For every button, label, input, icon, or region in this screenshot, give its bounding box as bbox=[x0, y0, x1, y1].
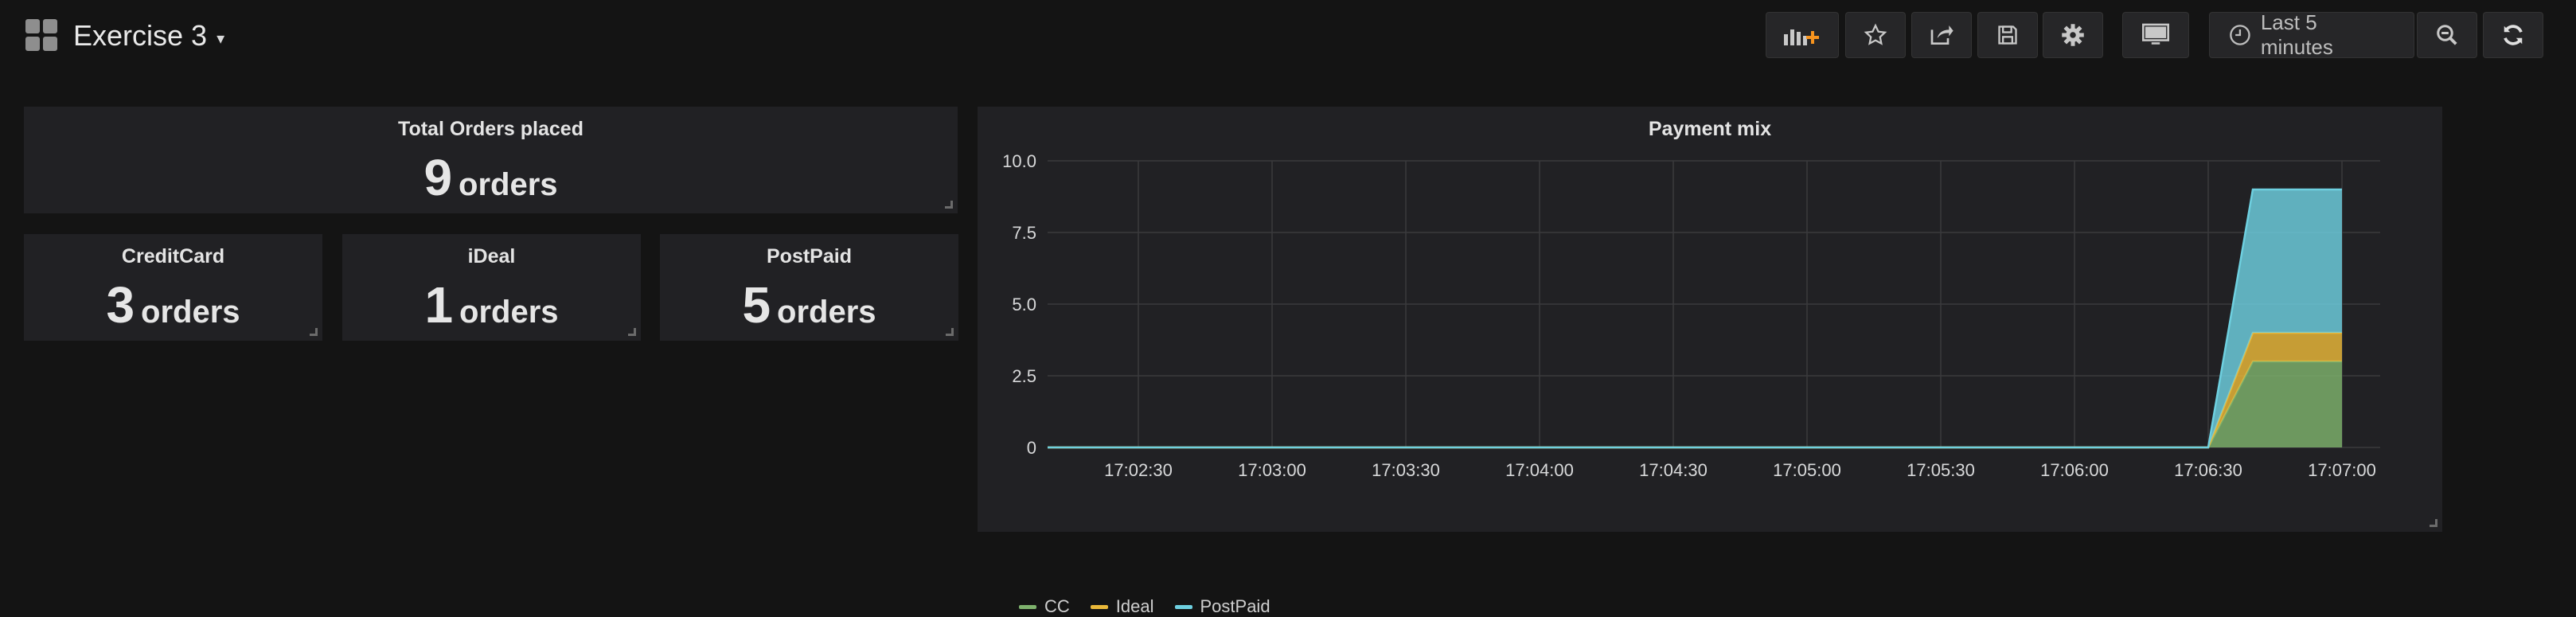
y-tick-label: 10.0 bbox=[1002, 151, 1036, 171]
stat-number: 5 bbox=[742, 276, 771, 334]
legend-swatch bbox=[1174, 604, 1192, 609]
stat-panel-creditcard[interactable]: CreditCard 3 orders bbox=[24, 234, 322, 341]
stat-value: 3 orders bbox=[24, 275, 322, 334]
area-cc bbox=[1048, 361, 2342, 447]
x-tick-label: 17:07:00 bbox=[2308, 460, 2376, 480]
settings-button[interactable] bbox=[2043, 12, 2103, 58]
stat-panel-postpaid[interactable]: PostPaid 5 orders bbox=[660, 234, 958, 341]
y-tick-label: 0 bbox=[1027, 438, 1036, 458]
save-icon bbox=[1998, 25, 2017, 45]
stat-value: 5 orders bbox=[660, 275, 958, 334]
panel-title: iDeal bbox=[467, 245, 516, 267]
chart-legend: CC Ideal PostPaid bbox=[1019, 596, 1270, 617]
x-tick-label: 17:02:30 bbox=[1104, 460, 1173, 480]
dashboard-picker[interactable]: Exercise 3 ▾ bbox=[25, 16, 224, 56]
legend-item-postpaid[interactable]: PostPaid bbox=[1174, 596, 1270, 617]
gear-icon bbox=[2062, 24, 2084, 46]
y-tick-label: 5.0 bbox=[1012, 295, 1036, 314]
area-ideal bbox=[1048, 333, 2342, 447]
y-tick-label: 7.5 bbox=[1012, 223, 1036, 243]
stat-panel-total-orders[interactable]: Total Orders placed 9 orders bbox=[24, 107, 958, 213]
stat-panel-ideal[interactable]: iDeal 1 orders bbox=[342, 234, 641, 341]
x-tick-label: 17:05:30 bbox=[1907, 460, 1975, 480]
payment-mix-chart: 0 2.5 5.0 7.5 10.0 17:02:30 17:03:00 17:03:30 17… bbox=[1002, 151, 2380, 480]
top-navbar: Exercise 3 ▾ Last 5 minutes bbox=[0, 0, 2576, 72]
panel-resize-handle[interactable] bbox=[628, 328, 636, 336]
dashboard-grid-icon bbox=[25, 19, 59, 53]
caret-down-icon: ▾ bbox=[217, 29, 225, 48]
time-range-picker[interactable]: Last 5 minutes bbox=[2209, 10, 2414, 59]
stat-number: 3 bbox=[106, 276, 135, 334]
stat-unit: orders bbox=[777, 295, 876, 330]
add-panel-button[interactable] bbox=[1766, 12, 1839, 58]
star-button[interactable] bbox=[1845, 12, 1906, 58]
stat-unit: orders bbox=[459, 167, 558, 202]
panel-title: PostPaid bbox=[767, 245, 852, 267]
graph-panel-payment-mix[interactable]: Payment mix 0 2.5 5.0 7.5 10.0 17:02:30 17:03:… bbox=[978, 107, 2442, 616]
star-icon bbox=[1864, 23, 1887, 45]
panel-resize-handle[interactable] bbox=[946, 328, 954, 336]
legend-label: CC bbox=[1044, 596, 1070, 616]
panel-resize-handle[interactable] bbox=[310, 328, 318, 336]
stat-unit: orders bbox=[141, 295, 240, 330]
legend-label: PostPaid bbox=[1200, 596, 1270, 616]
share-icon bbox=[1930, 25, 1953, 45]
stat-number: 1 bbox=[424, 276, 454, 334]
legend-label: Ideal bbox=[1115, 596, 1154, 616]
share-button[interactable] bbox=[1911, 12, 1972, 58]
refresh-icon bbox=[2504, 25, 2523, 45]
refresh-button[interactable] bbox=[2483, 12, 2543, 58]
panel-title: CreditCard bbox=[121, 245, 225, 267]
stat-value: 9 orders bbox=[24, 148, 958, 207]
series-line-ideal bbox=[1048, 331, 2342, 449]
view-mode-button[interactable] bbox=[2122, 12, 2189, 58]
legend-item-cc[interactable]: CC bbox=[1019, 596, 1070, 617]
monitor-icon bbox=[2142, 23, 2169, 45]
stat-number: 9 bbox=[423, 149, 453, 206]
dashboard-title: Exercise 3 bbox=[73, 19, 208, 52]
legend-item-ideal[interactable]: Ideal bbox=[1090, 596, 1154, 617]
series-line-postpaid bbox=[1048, 188, 2342, 449]
x-tick-label: 17:03:30 bbox=[1372, 460, 1440, 480]
x-tick-label: 17:04:30 bbox=[1639, 460, 1708, 480]
panel-resize-handle[interactable] bbox=[2430, 519, 2437, 527]
time-range-label: Last 5 minutes bbox=[2260, 10, 2333, 59]
clock-icon bbox=[2230, 25, 2250, 45]
area-postpaid bbox=[1048, 189, 2342, 447]
panel-title: Total Orders placed bbox=[398, 118, 584, 140]
x-tick-label: 17:05:00 bbox=[1773, 460, 1841, 480]
panel-resize-handle[interactable] bbox=[945, 201, 953, 209]
save-dashboard-button[interactable] bbox=[1977, 12, 2038, 58]
zoom-out-button[interactable] bbox=[2417, 12, 2477, 58]
add-panel-icon bbox=[1784, 29, 1819, 45]
stat-value: 1 orders bbox=[342, 275, 641, 334]
x-tick-label: 17:03:00 bbox=[1238, 460, 1306, 480]
zoom-out-icon bbox=[2437, 25, 2457, 45]
legend-swatch bbox=[1090, 604, 1108, 609]
legend-swatch bbox=[1019, 604, 1036, 609]
y-tick-label: 2.5 bbox=[1012, 366, 1036, 386]
x-tick-label: 17:06:00 bbox=[2040, 460, 2109, 480]
stat-unit: orders bbox=[459, 295, 559, 330]
series-line-cc bbox=[1048, 360, 2342, 449]
x-tick-label: 17:06:30 bbox=[2174, 460, 2242, 480]
x-tick-label: 17:04:00 bbox=[1505, 460, 1574, 480]
